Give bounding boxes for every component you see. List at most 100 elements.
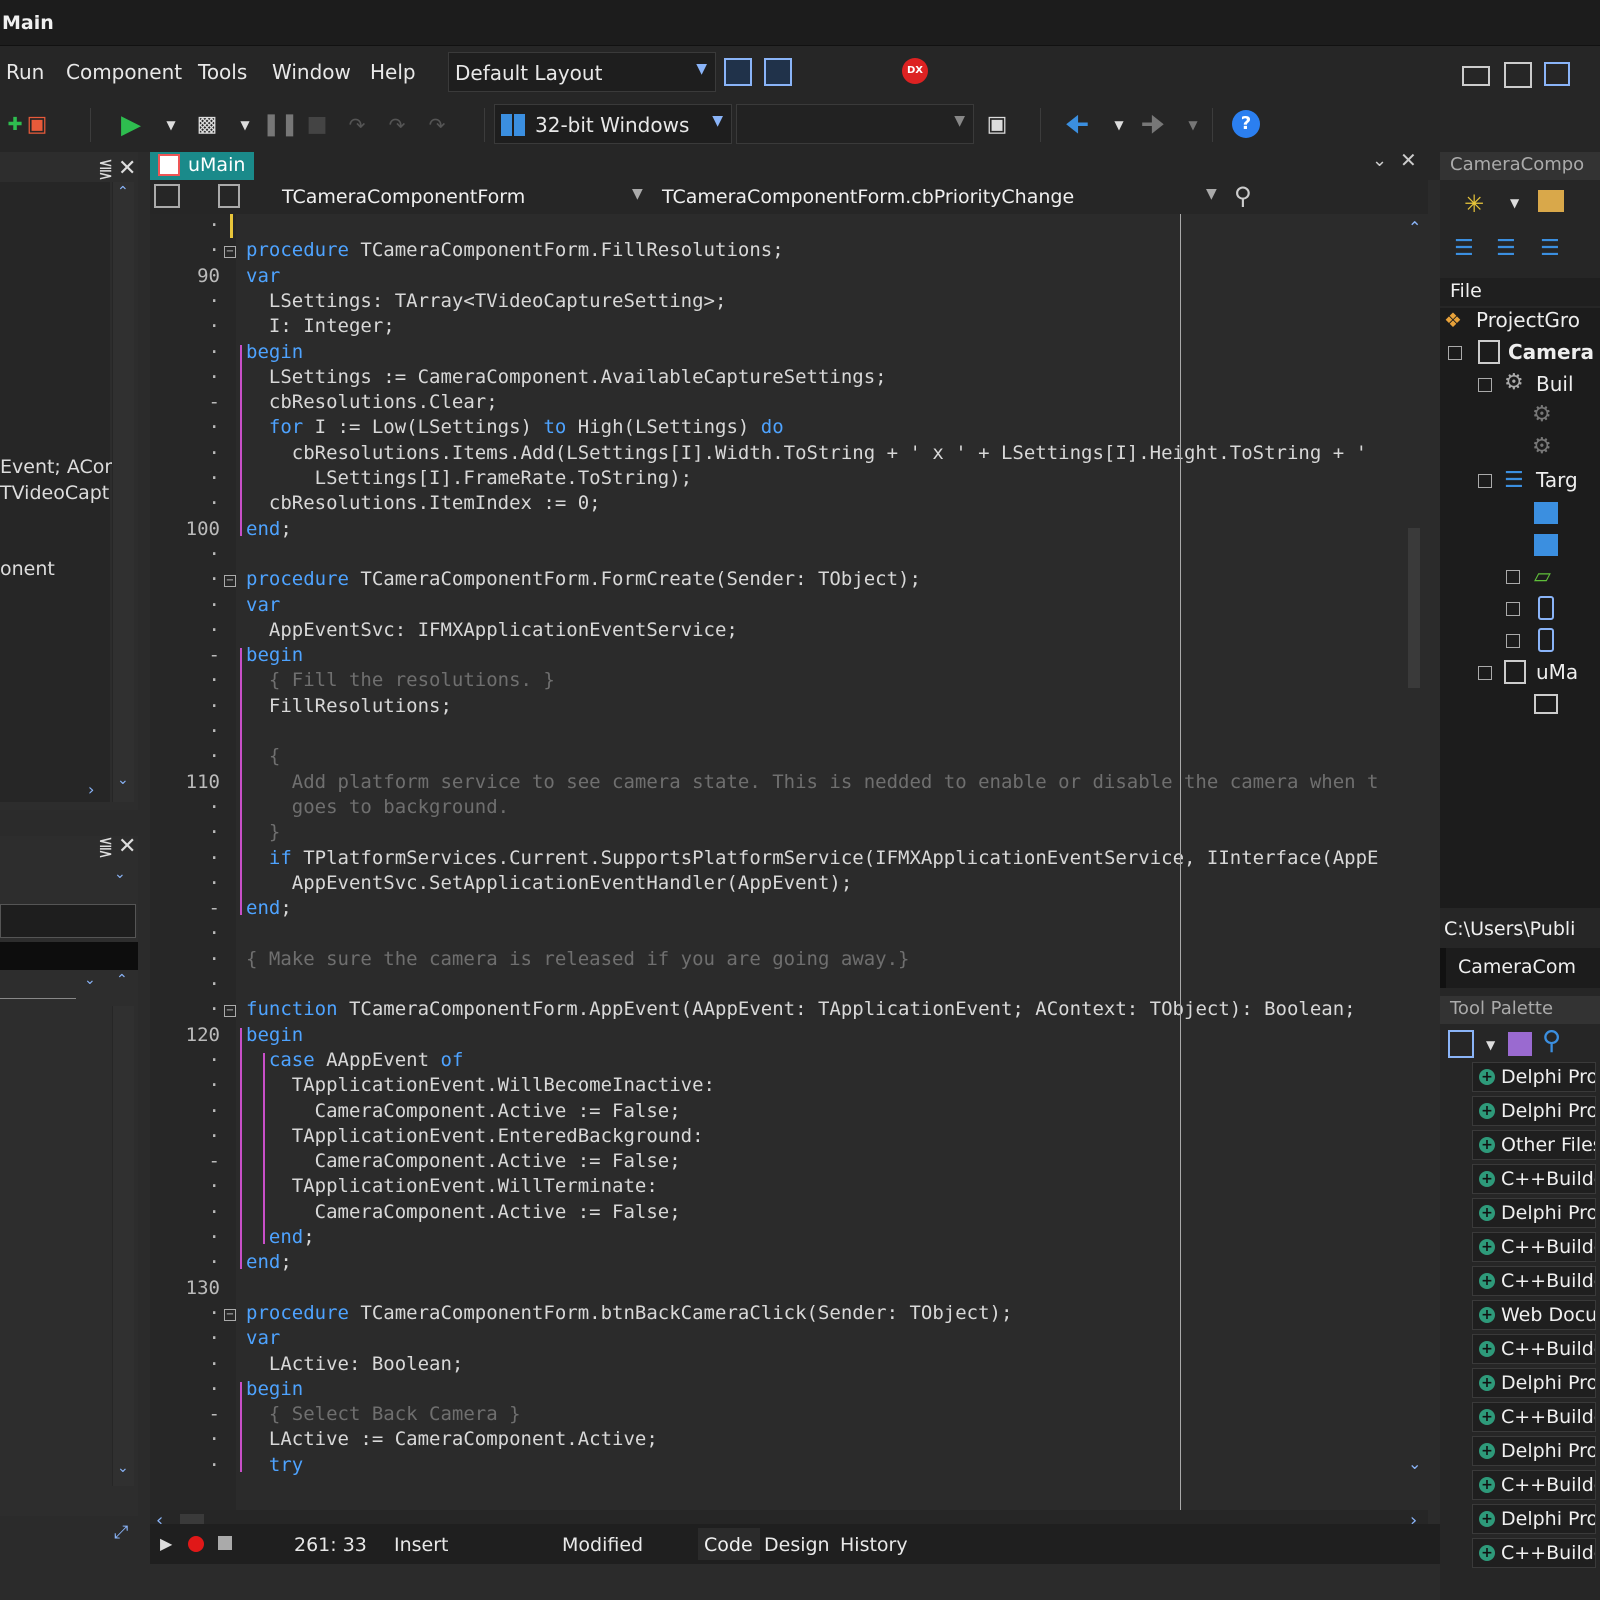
palette-item[interactable]: + Other Files [1472, 1130, 1596, 1160]
palette-item[interactable]: + C++Builde [1472, 1266, 1596, 1296]
chevron-down-icon[interactable]: ▼ [1486, 1038, 1495, 1052]
collapse-node-icon[interactable] [1448, 346, 1462, 360]
calendar-icon[interactable] [1504, 62, 1532, 88]
tab-history[interactable]: History [840, 1534, 908, 1556]
palette-item[interactable]: + C++Builde [1472, 1232, 1596, 1262]
collapse-node-icon[interactable] [1478, 378, 1492, 392]
editor-vertical-scrollbar[interactable]: ⌃ ⌄ [1402, 214, 1428, 1484]
save-desktop-icon[interactable] [724, 58, 752, 86]
use-unit-icon[interactable] [218, 184, 240, 208]
chevron-down-icon[interactable]: ⌄ [84, 972, 96, 988]
scroll-up-icon[interactable]: ⌃ [1408, 218, 1421, 237]
set-debug-desktop-icon[interactable] [764, 58, 792, 86]
fold-toggle-icon[interactable]: − [224, 1308, 236, 1321]
scroll-down-icon[interactable]: ⌄ [117, 1460, 129, 1476]
step-into-icon[interactable]: ↷ [342, 110, 372, 140]
palette-item[interactable]: + C++Builde [1472, 1402, 1596, 1432]
palette-categories-icon[interactable] [1448, 1030, 1474, 1058]
tree-item-build-configurations[interactable]: Buil [1536, 372, 1574, 396]
forward-dropdown-icon[interactable]: ▼ [1178, 110, 1208, 140]
structure-item[interactable]: onent [0, 558, 55, 580]
palette-item[interactable]: + Delphi Proj [1472, 1504, 1596, 1534]
menu-run[interactable]: Run [6, 60, 44, 84]
back-dropdown-icon[interactable]: ▼ [1104, 110, 1134, 140]
tree-item-project-group[interactable]: ProjectGro [1476, 308, 1580, 332]
collapse-all-icon[interactable]: ☰ [1496, 236, 1516, 261]
scroll-thumb[interactable] [1408, 528, 1420, 688]
resize-icon[interactable]: ⤢ [114, 1522, 128, 1543]
palette-item[interactable]: + Web Docu [1472, 1300, 1596, 1330]
expand-node-icon[interactable] [1506, 602, 1520, 616]
layout-combo[interactable]: Default Layout ▼ [448, 52, 716, 92]
palette-item[interactable]: + Delphi Proj [1472, 1096, 1596, 1126]
palette-item[interactable]: + C++Builde [1472, 1164, 1596, 1194]
method-combo[interactable]: TCameraComponentForm.cbPriorityChange [662, 186, 1074, 208]
tab-list-icon[interactable]: ⌄ [1372, 150, 1387, 171]
configuration-combo[interactable]: ▼ [736, 104, 974, 144]
run-without-debug-dropdown-icon[interactable]: ▼ [230, 110, 260, 140]
code-editor[interactable]: · · 90 · · · · - · · · · 100 · · · · - · · · · 110 · · · · - · · · · 120… [150, 214, 1428, 1510]
menu-help[interactable]: Help [370, 60, 416, 84]
tree-item-target-platforms[interactable]: Targ [1536, 468, 1578, 492]
scroll-down-icon[interactable]: ⌄ [117, 772, 129, 788]
structure-item[interactable]: Event; ACont [0, 456, 124, 478]
close-icon[interactable]: ✕ [118, 834, 136, 859]
search-icon[interactable]: ⚲ [1234, 182, 1252, 210]
new-item-icon[interactable]: ✳ [1464, 190, 1484, 218]
close-tab-icon[interactable]: ✕ [1400, 148, 1417, 172]
help-icon[interactable]: ? [1232, 110, 1260, 138]
scroll-up-icon[interactable]: ⌃ [117, 184, 129, 200]
play-macro-icon[interactable]: ▶ [160, 1534, 172, 1553]
menu-tools[interactable]: Tools [198, 60, 247, 84]
collapse-node-icon[interactable] [1478, 666, 1492, 680]
expand-node-icon[interactable] [1506, 570, 1520, 584]
tab-code[interactable]: Code [698, 1528, 760, 1560]
run-dropdown-icon[interactable]: ▼ [156, 110, 186, 140]
pointer-icon[interactable] [1508, 1032, 1532, 1056]
chevron-down-icon[interactable]: ⌄ [114, 866, 126, 882]
step-over-icon[interactable]: ↷ [382, 110, 412, 140]
palette-item[interactable]: + Delphi Proj [1472, 1198, 1596, 1228]
remove-file-icon[interactable]: ▣ [22, 110, 52, 140]
forward-arrow-icon[interactable]: 🠊 [1138, 110, 1168, 140]
sort-icon[interactable]: ☰ [1540, 236, 1560, 261]
device-icon[interactable]: ▣ [982, 110, 1012, 140]
record-macro-icon[interactable] [188, 1536, 204, 1552]
chevron-up-icon[interactable]: ⌃ [116, 972, 128, 988]
back-arrow-icon[interactable]: 🠈 [1062, 110, 1092, 140]
palette-item[interactable]: + C++Builde [1472, 1334, 1596, 1364]
fold-toggle-icon[interactable]: − [224, 1005, 236, 1018]
tree-item-umain[interactable]: uMa [1536, 660, 1578, 684]
dx-logo-icon[interactable]: DX [902, 58, 928, 84]
fold-toggle-icon[interactable]: − [224, 246, 236, 259]
structure-item[interactable]: TVideoCapt [0, 482, 109, 504]
platform-combo[interactable]: 32-bit Windows ▼ [494, 104, 732, 144]
palette-item[interactable]: + C++Builde [1472, 1538, 1596, 1568]
expand-all-icon[interactable]: ☰ [1454, 236, 1474, 261]
class-combo[interactable]: TCameraComponentForm [282, 186, 525, 208]
chevron-down-icon[interactable]: ▼ [1510, 196, 1519, 210]
vertical-scrollbar[interactable]: ⌄ [112, 1006, 134, 1486]
project-selector[interactable]: CameraCom [1440, 948, 1600, 988]
search-icon[interactable]: ⚲ [1542, 1026, 1561, 1056]
menu-component[interactable]: Component [66, 60, 182, 84]
pin-icon[interactable]: ⪋ [98, 836, 113, 857]
open-folder-icon[interactable] [1538, 190, 1564, 212]
tree-item-camera-project[interactable]: Camera [1508, 340, 1594, 364]
fold-toggle-icon[interactable]: − [224, 575, 236, 588]
expand-node-icon[interactable] [1506, 634, 1520, 648]
tab-design[interactable]: Design [764, 1534, 830, 1556]
run-icon[interactable]: ▶ [116, 110, 146, 140]
chevron-down-icon[interactable]: ▼ [1206, 186, 1217, 202]
close-icon[interactable]: ✕ [118, 156, 136, 181]
chevron-down-icon[interactable]: ▼ [632, 186, 643, 202]
pause-icon[interactable]: ❚❚ [262, 110, 299, 140]
scroll-down-icon[interactable]: ⌄ [1408, 1454, 1421, 1473]
toggle-bookmarks-icon[interactable] [154, 184, 180, 208]
collapse-node-icon[interactable] [1478, 474, 1492, 488]
palette-item[interactable]: + Delphi Proj [1472, 1436, 1596, 1466]
palette-item[interactable]: + C++Builde [1472, 1470, 1596, 1500]
menu-window[interactable]: Window [272, 60, 351, 84]
vertical-scrollbar[interactable]: ⌃ ⌄ [112, 182, 134, 802]
step-out-icon[interactable]: ↷ [422, 110, 452, 140]
